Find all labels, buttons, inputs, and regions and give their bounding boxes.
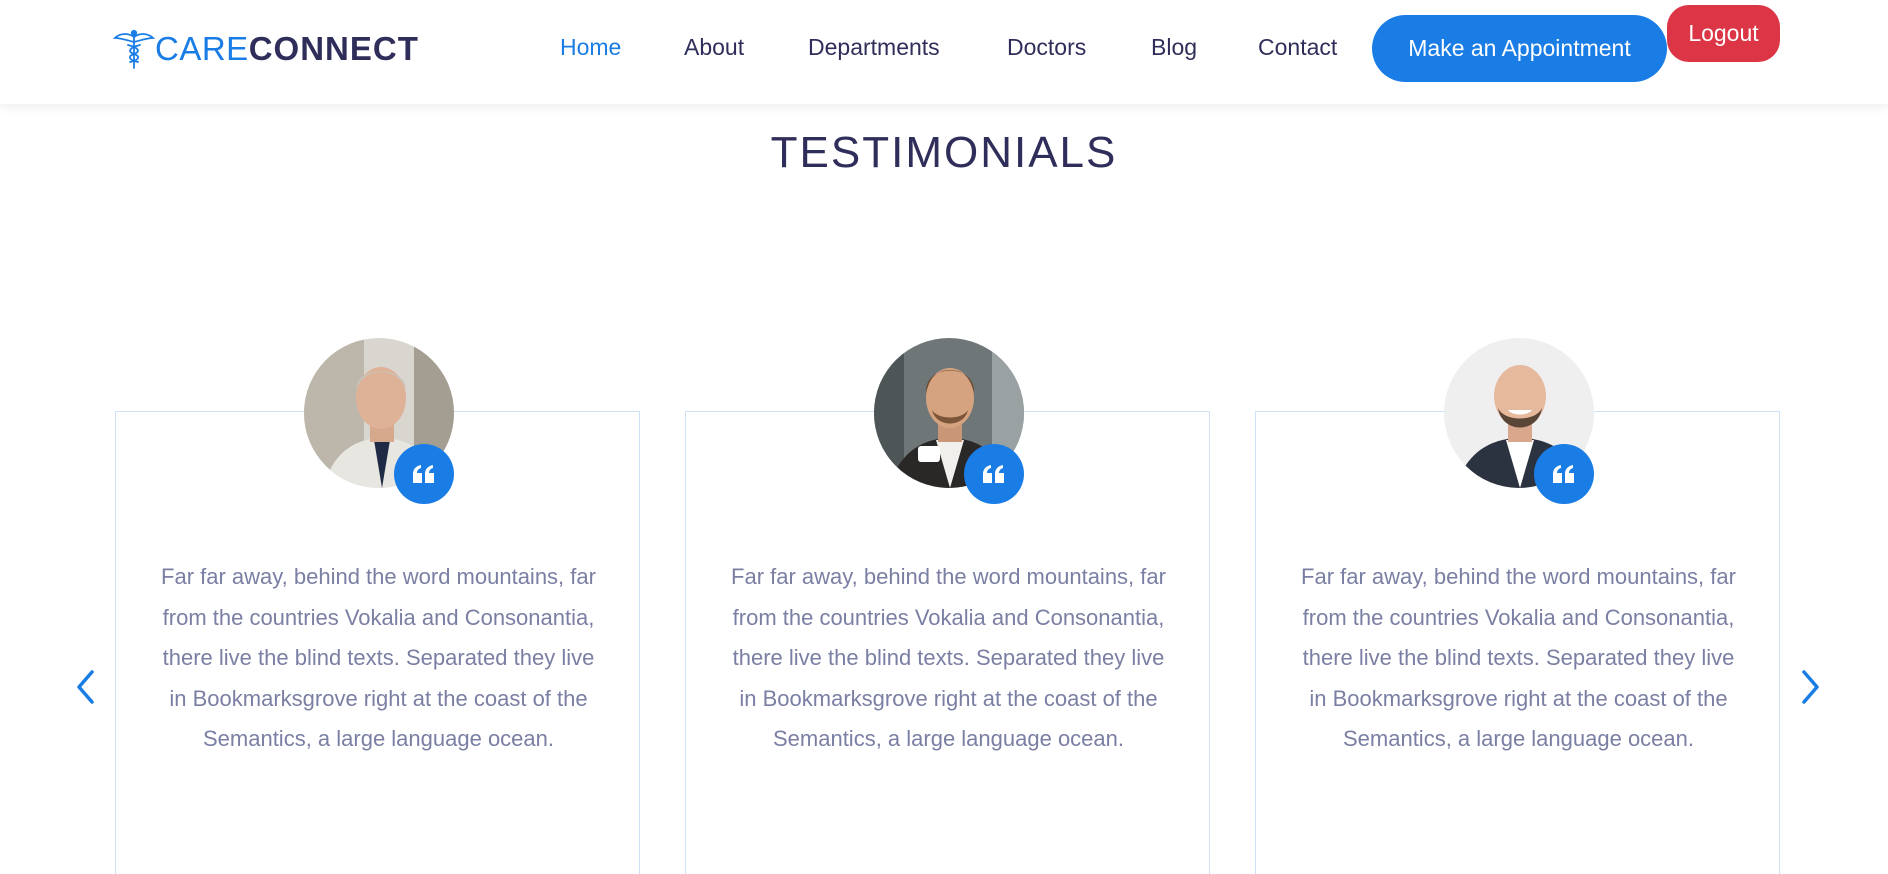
quote-badge [964,444,1024,504]
nav-item-about[interactable]: About [684,34,744,61]
quote-left-icon [1553,465,1574,483]
navbar: CARE CONNECT Home About Departments Docto… [0,0,1888,104]
chevron-left-icon [77,670,94,704]
testimonial-card: Far far away, behind the word mountains,… [1255,338,1780,874]
quote-left-icon [413,465,434,483]
make-appointment-button[interactable]: Make an Appointment [1372,15,1667,82]
quote-badge [394,444,454,504]
quote-badge [1534,444,1594,504]
logout-button[interactable]: Logout [1667,5,1780,62]
nav-item-contact[interactable]: Contact [1258,34,1337,61]
nav-item-departments[interactable]: Departments [808,34,940,61]
testimonial-card: Far far away, behind the word mountains,… [685,338,1210,874]
chevron-right-icon [1802,670,1819,704]
testimonial-text: Far far away, behind the word mountains,… [161,564,596,751]
nav-item-blog[interactable]: Blog [1151,34,1197,61]
quote-left-icon [983,465,1004,483]
carousel-next-button[interactable] [1790,667,1830,707]
carousel-prev-button[interactable] [66,667,106,707]
testimonial-text: Far far away, behind the word mountains,… [1301,564,1736,751]
testimonial-card: Far far away, behind the word mountains,… [115,338,640,874]
testimonial-text: Far far away, behind the word mountains,… [731,564,1166,751]
section-title: TESTIMONIALS [770,128,1118,177]
nav-item-doctors[interactable]: Doctors [1007,34,1086,61]
nav-item-home[interactable]: Home [560,34,621,61]
